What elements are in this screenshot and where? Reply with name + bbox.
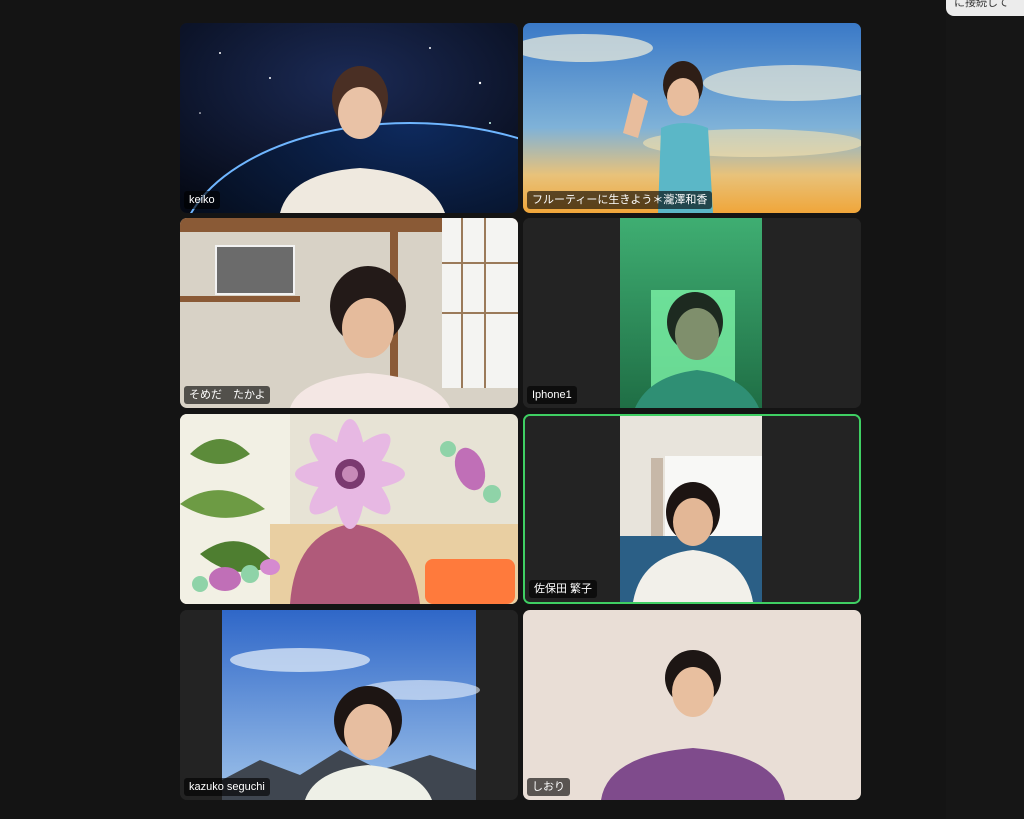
participant-tile-flower[interactable] <box>180 414 518 604</box>
participant-name: しおり <box>527 778 570 796</box>
side-panel <box>946 0 1024 819</box>
participant-video <box>180 610 518 800</box>
participant-name: そめだ たかよ <box>184 386 271 404</box>
participant-tile-keiko[interactable]: keiko <box>180 23 518 213</box>
notification-toast[interactable]: に接続して <box>946 0 1024 16</box>
zoom-gallery-view: keiko フルーティーに生きよう＊瀧澤和香 そめだ たかよ Iphone1 佐… <box>0 0 1024 819</box>
participant-name: kazuko seguchi <box>184 778 270 796</box>
participant-video <box>523 218 861 408</box>
participant-tile-wakako[interactable]: フルーティーに生きよう＊瀧澤和香 <box>523 23 861 213</box>
participant-tile-kazuko[interactable]: kazuko seguchi <box>180 610 518 800</box>
participant-tile-iphone1[interactable]: Iphone1 <box>523 218 861 408</box>
participant-video <box>523 610 861 800</box>
participant-video <box>180 23 518 213</box>
participant-tile-takayo[interactable]: そめだ たかよ <box>180 218 518 408</box>
participant-video <box>523 23 861 213</box>
participant-video <box>180 218 518 408</box>
participant-name: 佐保田 繁子 <box>529 580 598 598</box>
participant-tile-sahota-active-speaker[interactable]: 佐保田 繁子 <box>523 414 861 604</box>
participant-name: フルーティーに生きよう＊瀧澤和香 <box>527 191 713 209</box>
participant-name: keiko <box>184 191 220 209</box>
participant-video <box>525 416 859 602</box>
participant-tile-shiori[interactable]: しおり <box>523 610 861 800</box>
participant-video <box>180 414 518 604</box>
participant-name: Iphone1 <box>527 386 577 404</box>
